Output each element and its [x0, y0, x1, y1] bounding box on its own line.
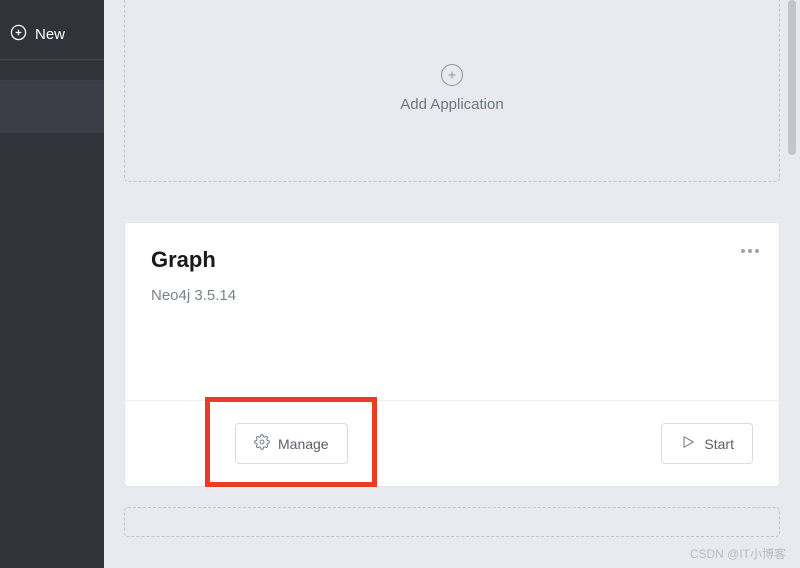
new-button[interactable]: New: [0, 10, 104, 60]
main-content: Add Application Graph Neo4j 3.5.14: [104, 0, 800, 568]
start-button[interactable]: Start: [661, 423, 753, 464]
manage-button[interactable]: Manage: [235, 423, 348, 464]
graph-card-version: Neo4j 3.5.14: [151, 287, 753, 304]
add-application-label: Add Application: [400, 96, 503, 113]
plus-circle-icon: [441, 64, 463, 86]
sidebar-item[interactable]: [0, 81, 104, 133]
play-icon: [680, 434, 696, 453]
scrollbar-thumb[interactable]: [788, 0, 796, 155]
start-button-label: Start: [704, 436, 734, 452]
graph-card: Graph Neo4j 3.5.14: [124, 222, 780, 487]
more-options-icon[interactable]: [741, 249, 759, 253]
graph-card-header: Graph Neo4j 3.5.14: [125, 223, 779, 314]
add-application-card[interactable]: Add Application: [124, 0, 780, 182]
plus-circle-icon: [10, 24, 27, 45]
gear-icon: [254, 434, 270, 453]
sidebar: New: [0, 0, 104, 568]
manage-button-label: Manage: [278, 436, 329, 452]
add-card-placeholder[interactable]: [124, 507, 780, 537]
new-button-label: New: [35, 26, 65, 43]
card-body: [125, 314, 779, 400]
graph-card-footer: Manage Start: [125, 400, 779, 486]
graph-card-title: Graph: [151, 247, 753, 273]
